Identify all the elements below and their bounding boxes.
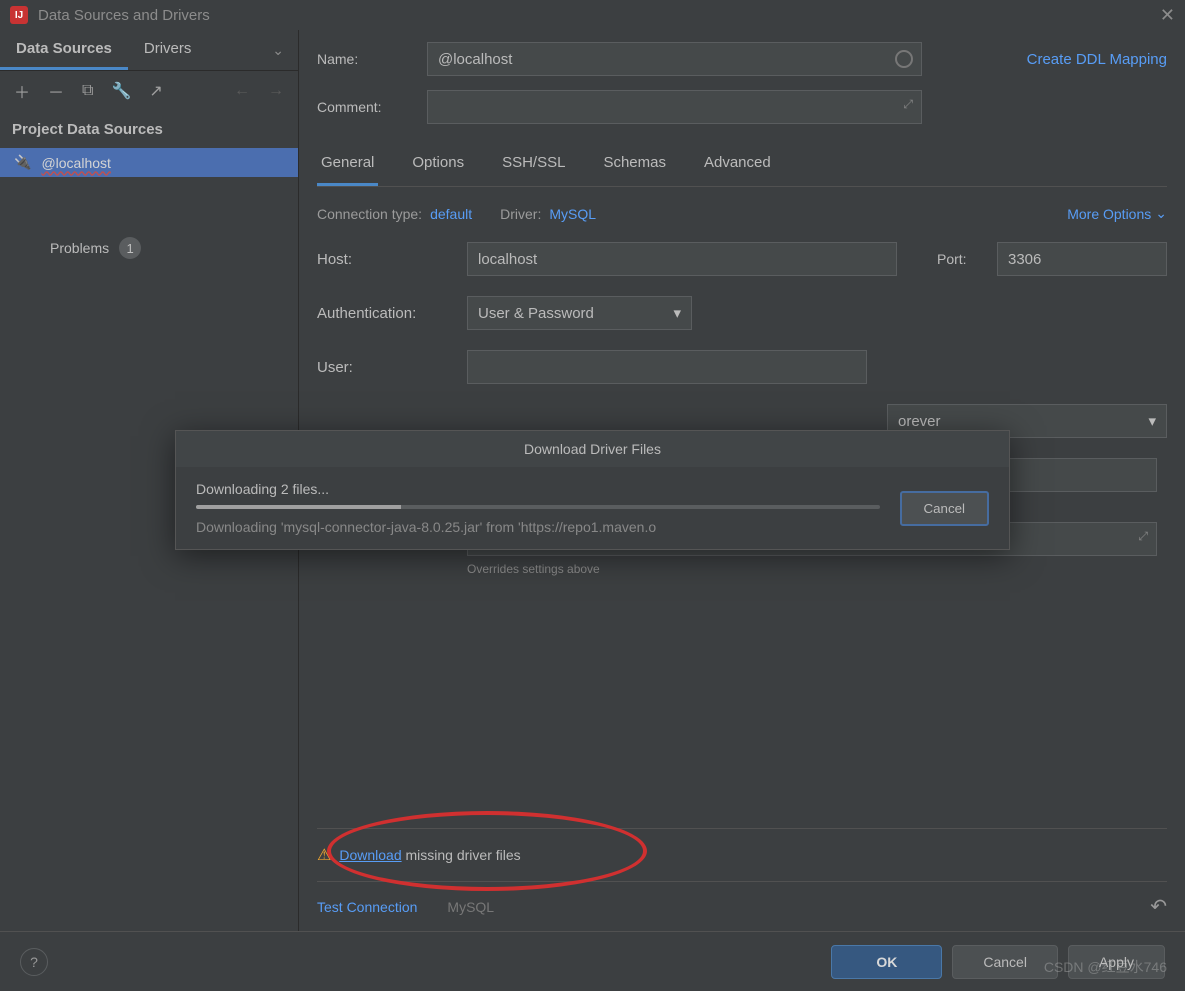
cancel-button[interactable]: Cancel: [952, 945, 1058, 979]
forward-icon[interactable]: →: [268, 82, 284, 100]
tab-options[interactable]: Options: [408, 144, 468, 186]
window-title: Data Sources and Drivers: [38, 7, 1160, 24]
color-circle-icon[interactable]: [895, 50, 913, 68]
warning-row: ⚠ Download missing driver files: [317, 828, 1167, 882]
dropdown-arrow-icon: ▾: [673, 304, 681, 322]
help-button[interactable]: ?: [20, 948, 48, 976]
tab-drivers[interactable]: Drivers: [128, 30, 208, 70]
progress-bar: [196, 505, 880, 509]
remove-icon[interactable]: －: [48, 79, 64, 103]
problems-count: 1: [119, 237, 141, 259]
tab-schemas[interactable]: Schemas: [599, 144, 670, 186]
apply-button[interactable]: Apply: [1068, 945, 1165, 979]
create-ddl-link[interactable]: Create DDL Mapping: [1027, 51, 1167, 68]
auth-select[interactable]: User & Password ▾: [467, 296, 692, 330]
name-input[interactable]: @localhost: [427, 42, 922, 76]
tab-advanced[interactable]: Advanced: [700, 144, 775, 186]
sidebar-toolbar: ＋ － ⧉ 🔧 ↗ ← →: [0, 71, 298, 111]
ok-button[interactable]: OK: [831, 945, 942, 979]
download-dialog: Download Driver Files Downloading 2 file…: [175, 430, 1010, 550]
problems-row[interactable]: Problems 1: [0, 177, 298, 259]
database-icon: 🔌: [14, 154, 31, 171]
add-icon[interactable]: ＋: [14, 79, 30, 103]
test-connection-link[interactable]: Test Connection: [317, 899, 417, 915]
datasource-item[interactable]: 🔌 @localhost: [0, 148, 298, 177]
user-input[interactable]: [467, 350, 867, 384]
close-icon[interactable]: ✕: [1160, 5, 1175, 26]
tab-data-sources[interactable]: Data Sources: [0, 30, 128, 70]
host-label: Host:: [317, 251, 467, 268]
auth-label: Authentication:: [317, 305, 467, 322]
titlebar: IJ Data Sources and Drivers ✕: [0, 0, 1185, 30]
warning-text: missing driver files: [402, 847, 521, 863]
driver-label: Driver:: [500, 206, 541, 222]
comment-input[interactable]: ⤢: [427, 90, 922, 124]
import-icon[interactable]: ↗: [149, 81, 162, 101]
download-detail: Downloading 'mysql-connector-java-8.0.25…: [196, 519, 880, 535]
driver-name: MySQL: [447, 899, 494, 915]
dropdown-arrow-icon: ▾: [1148, 412, 1156, 430]
download-link[interactable]: Download: [339, 847, 401, 863]
conn-type-value[interactable]: default: [430, 206, 472, 222]
bottom-bar: ? OK Cancel Apply: [0, 931, 1185, 991]
expand-icon[interactable]: ⤢: [1138, 529, 1148, 544]
dialog-title: Download Driver Files: [176, 431, 1009, 467]
dialog-cancel-button[interactable]: Cancel: [900, 491, 990, 526]
problems-label: Problems: [50, 240, 109, 256]
app-icon: IJ: [10, 6, 28, 24]
copy-icon[interactable]: ⧉: [82, 82, 93, 100]
tab-general[interactable]: General: [317, 144, 378, 186]
more-options-link[interactable]: More Options ⌄: [1067, 205, 1167, 222]
chevron-down-icon[interactable]: ⌄: [258, 32, 298, 69]
datasource-label: @localhost: [41, 155, 110, 171]
url-hint: Overrides settings above: [467, 562, 1167, 576]
host-input[interactable]: [467, 242, 897, 276]
wrench-icon[interactable]: 🔧: [111, 81, 131, 101]
name-label: Name:: [317, 51, 417, 67]
reset-icon[interactable]: ↶: [1150, 894, 1167, 919]
conn-type-label: Connection type:: [317, 206, 422, 222]
driver-value[interactable]: MySQL: [549, 206, 596, 222]
download-status: Downloading 2 files...: [196, 481, 880, 497]
content-tabs: General Options SSH/SSL Schemas Advanced: [317, 144, 1167, 187]
chevron-down-icon: ⌄: [1155, 205, 1167, 222]
port-label: Port:: [937, 251, 997, 267]
back-icon[interactable]: ←: [234, 82, 250, 100]
warning-icon: ⚠: [317, 845, 331, 865]
comment-label: Comment:: [317, 99, 417, 115]
user-label: User:: [317, 359, 467, 376]
tab-ssh[interactable]: SSH/SSL: [498, 144, 569, 186]
expand-icon[interactable]: ⤢: [903, 97, 913, 112]
port-input[interactable]: [997, 242, 1167, 276]
section-header: Project Data Sources: [0, 111, 298, 148]
